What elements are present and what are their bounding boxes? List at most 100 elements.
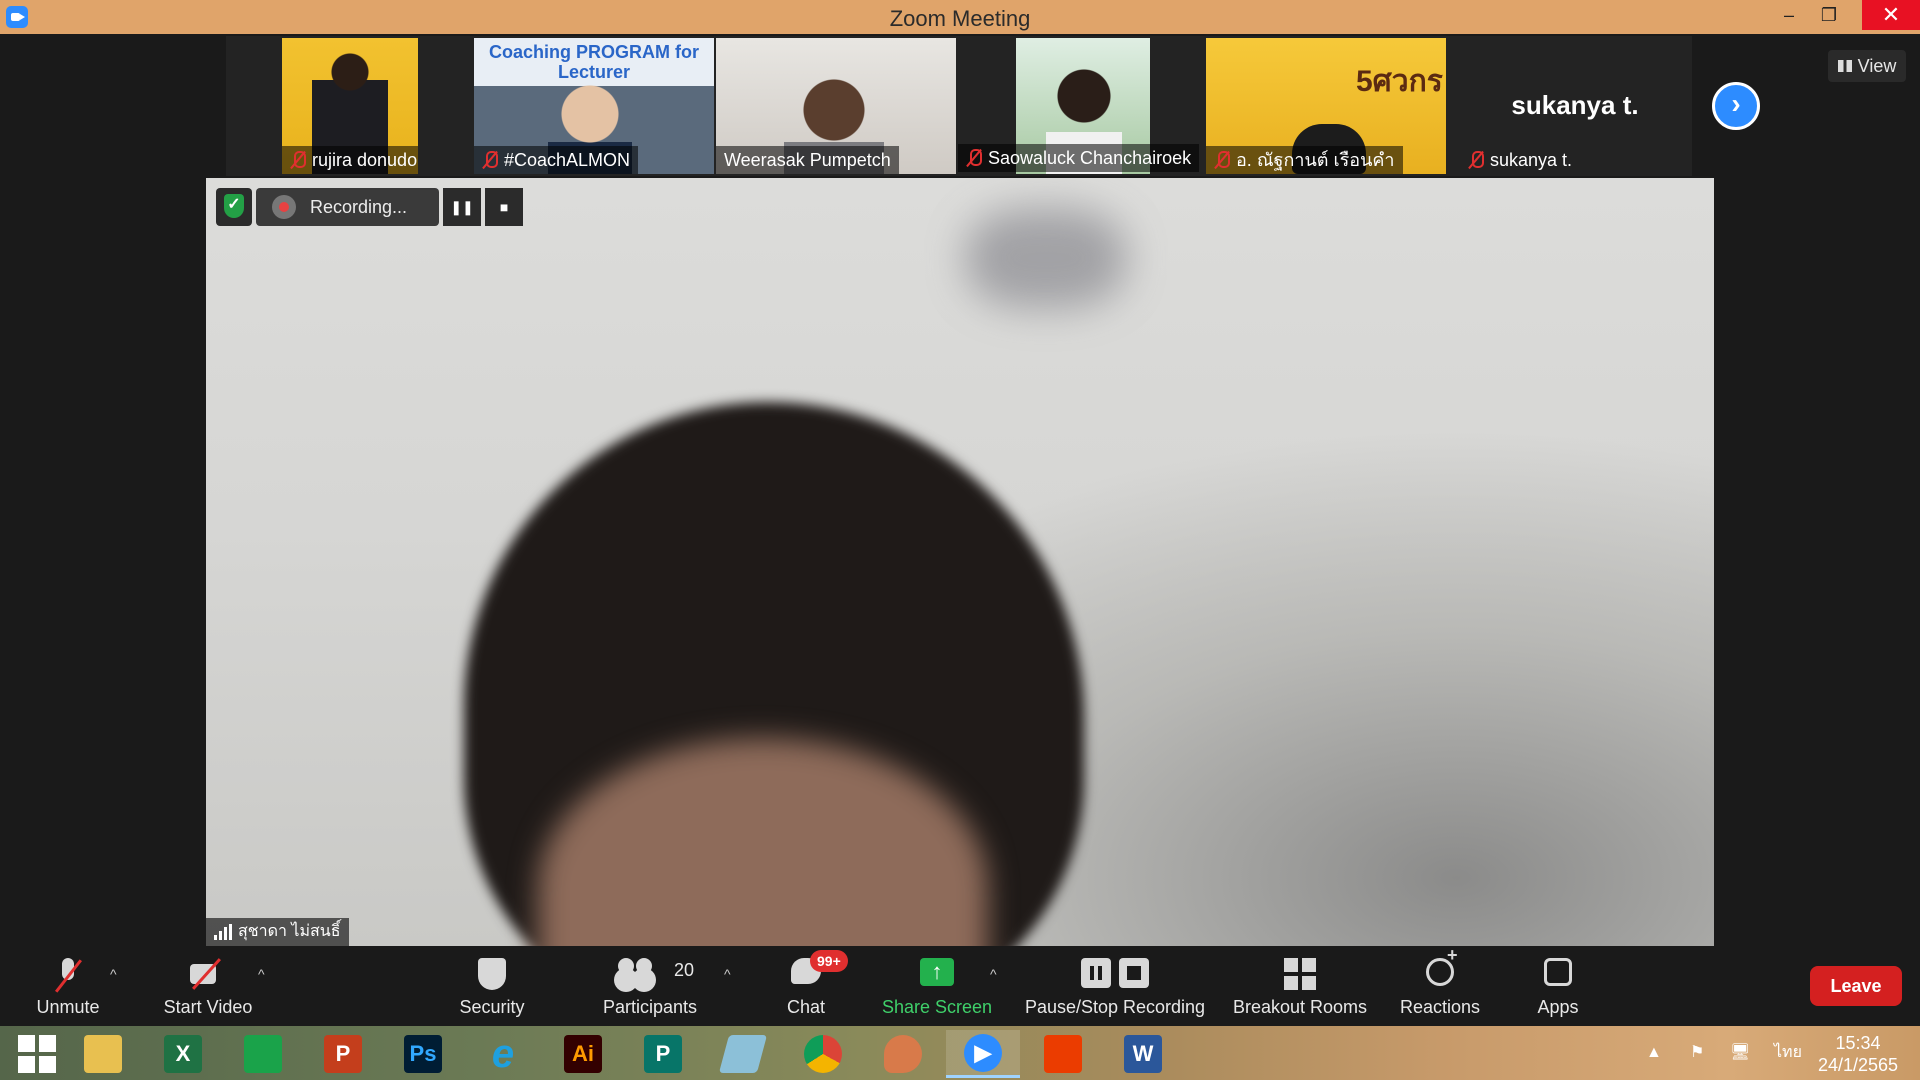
breakout-rooms-button[interactable]: Breakout Rooms: [1226, 950, 1374, 1022]
mic-muted-icon: [1214, 150, 1230, 170]
office-icon: [1044, 1035, 1082, 1073]
view-label: View: [1857, 56, 1897, 76]
recording-label: Recording...: [310, 196, 408, 217]
participant-name-tag: rujira donudom: [282, 146, 418, 174]
people-icon: [616, 958, 656, 986]
apps-button[interactable]: Apps: [1516, 950, 1600, 1022]
university-logo-text: 5ศวกร: [1356, 65, 1443, 98]
apps-label: Apps: [1537, 997, 1579, 1017]
participant-name-tag: Saowaluck Chanchairoek: [958, 144, 1200, 172]
chrome-icon: [804, 1035, 842, 1073]
taskbar-office[interactable]: [1026, 1030, 1100, 1078]
share-arrow-icon: ↑: [920, 958, 954, 986]
taskbar-powerpoint[interactable]: P: [306, 1030, 380, 1078]
clock-date: 24/1/2565: [1817, 1055, 1899, 1075]
participant-tile[interactable]: Coaching PROGRAM for Lecturer #CoachALMO…: [474, 38, 714, 174]
mic-muted-icon: [1468, 150, 1484, 170]
video-off-icon: [188, 958, 228, 988]
taskbar-store[interactable]: [226, 1030, 300, 1078]
pause-stop-recording-button[interactable]: Pause/Stop Recording: [1020, 950, 1210, 1022]
participants-button[interactable]: 20 Participants: [590, 950, 710, 1022]
participant-tile[interactable]: 5ศวกร อ. ณัฐกานต์ เรือนคำ: [1206, 38, 1446, 174]
mic-muted-icon: [482, 150, 498, 170]
shield-icon: [478, 958, 506, 990]
publisher-icon: P: [644, 1035, 682, 1073]
pause-icon: [1081, 958, 1111, 988]
leave-button[interactable]: Leave: [1810, 966, 1902, 1006]
taskbar-file-explorer[interactable]: [66, 1030, 140, 1078]
tray-expand-button[interactable]: ▲: [1646, 1026, 1662, 1080]
breakout-rooms-label: Breakout Rooms: [1232, 997, 1368, 1017]
taskbar-excel[interactable]: X: [146, 1030, 220, 1078]
pause-recording-button[interactable]: ❚❚: [443, 188, 482, 226]
taskbar-pencil[interactable]: [706, 1030, 780, 1078]
reactions-icon: [1426, 945, 1458, 986]
reactions-label: Reactions: [1399, 997, 1481, 1017]
speaker-name-tag: สุชาดา ไม่สนธิ์: [206, 918, 349, 946]
security-label: Security: [459, 997, 525, 1017]
speaker-name: สุชาดา ไม่สนธิ์: [238, 923, 341, 940]
taskbar-word[interactable]: W: [1106, 1030, 1180, 1078]
excel-icon: X: [164, 1035, 202, 1073]
participant-name: Saowaluck Chanchairoek: [988, 148, 1192, 168]
meeting-area: rujira donudom Coaching PROGRAM for Lect…: [0, 34, 1920, 948]
recording-bar: Recording... ❚❚ ■: [216, 188, 524, 226]
taskbar-chrome[interactable]: [786, 1030, 860, 1078]
network-icon[interactable]: 🖥: [1730, 1026, 1750, 1080]
taskbar-publisher[interactable]: P: [626, 1030, 700, 1078]
share-options-caret[interactable]: ^: [990, 966, 997, 982]
taskbar-zoom[interactable]: ▶: [946, 1030, 1020, 1078]
participant-tile[interactable]: Weerasak Pumpetch: [716, 38, 956, 174]
zoom-icon: ▶: [964, 1033, 1002, 1072]
taskbar-illustrator[interactable]: Ai: [546, 1030, 620, 1078]
apps-icon: [1544, 958, 1572, 986]
taskbar-internet-explorer[interactable]: e: [466, 1030, 540, 1078]
participant-name-tag: sukanya t.: [1460, 146, 1580, 174]
paint-icon: [884, 1035, 922, 1073]
meeting-controls: Unmute ^ Start Video ^ Security 20 Parti…: [0, 945, 1920, 1026]
unmute-label: Unmute: [36, 997, 100, 1017]
participant-tile[interactable]: rujira donudom: [282, 38, 418, 174]
stop-recording-button[interactable]: ■: [485, 188, 524, 226]
share-screen-button[interactable]: ↑ Share Screen: [874, 950, 1000, 1022]
participant-name-tag: อ. ณัฐกานต์ เรือนคำ: [1206, 146, 1403, 174]
start-video-label: Start Video: [163, 997, 253, 1017]
participants-label: Participants: [602, 997, 698, 1017]
mic-muted-icon: [966, 148, 982, 168]
taskbar-paint[interactable]: [866, 1030, 940, 1078]
recording-controls-icons: [1081, 958, 1149, 988]
start-button[interactable]: [0, 1030, 74, 1078]
taskbar-photoshop[interactable]: Ps: [386, 1030, 460, 1078]
view-button[interactable]: View: [1828, 50, 1906, 82]
maximize-button[interactable]: ❐: [1806, 0, 1852, 30]
close-button[interactable]: ✕: [1862, 0, 1920, 30]
participants-options-caret[interactable]: ^: [724, 966, 731, 982]
start-video-button[interactable]: Start Video: [150, 950, 266, 1022]
breakout-rooms-icon: [1284, 958, 1316, 990]
folder-icon: [84, 1035, 122, 1073]
chevron-right-icon: ›: [1731, 88, 1741, 119]
taskbar-clock[interactable]: 15:34 24/1/2565: [1806, 1032, 1910, 1076]
pencil-icon: [718, 1035, 768, 1073]
audio-options-caret[interactable]: ^: [110, 966, 117, 982]
chat-label: Chat: [786, 997, 826, 1017]
unmute-button[interactable]: Unmute: [18, 950, 118, 1022]
active-speaker-video: Recording... ❚❚ ■ สุชาดา ไม่สนธิ์: [206, 178, 1714, 946]
participant-name: #CoachALMON: [504, 150, 631, 170]
participants-count: 20: [674, 960, 695, 980]
window-title: Zoom Meeting: [889, 6, 1031, 31]
background-blur-shape: [966, 208, 1126, 308]
encryption-shield-icon[interactable]: [216, 188, 252, 226]
share-screen-label: Share Screen: [881, 997, 993, 1017]
windows-taskbar: X P Ps e Ai P ▶ W ▲ ⚑ 🖥 ไทย 15:34 24/1/2…: [0, 1026, 1920, 1080]
input-language-indicator[interactable]: ไทย: [1774, 1026, 1802, 1080]
gallery-next-button[interactable]: ›: [1712, 82, 1760, 130]
stop-icon: [1119, 958, 1149, 988]
security-button[interactable]: Security: [444, 950, 540, 1022]
action-center-flag-icon[interactable]: ⚑: [1690, 1026, 1704, 1080]
participant-tile[interactable]: sukanya t. sukanya t.: [1460, 38, 1690, 174]
participant-name-tag: Weerasak Pumpetch: [716, 146, 899, 174]
video-options-caret[interactable]: ^: [258, 966, 265, 982]
reactions-button[interactable]: Reactions: [1390, 945, 1490, 1022]
microphone-muted-icon: [53, 958, 83, 994]
